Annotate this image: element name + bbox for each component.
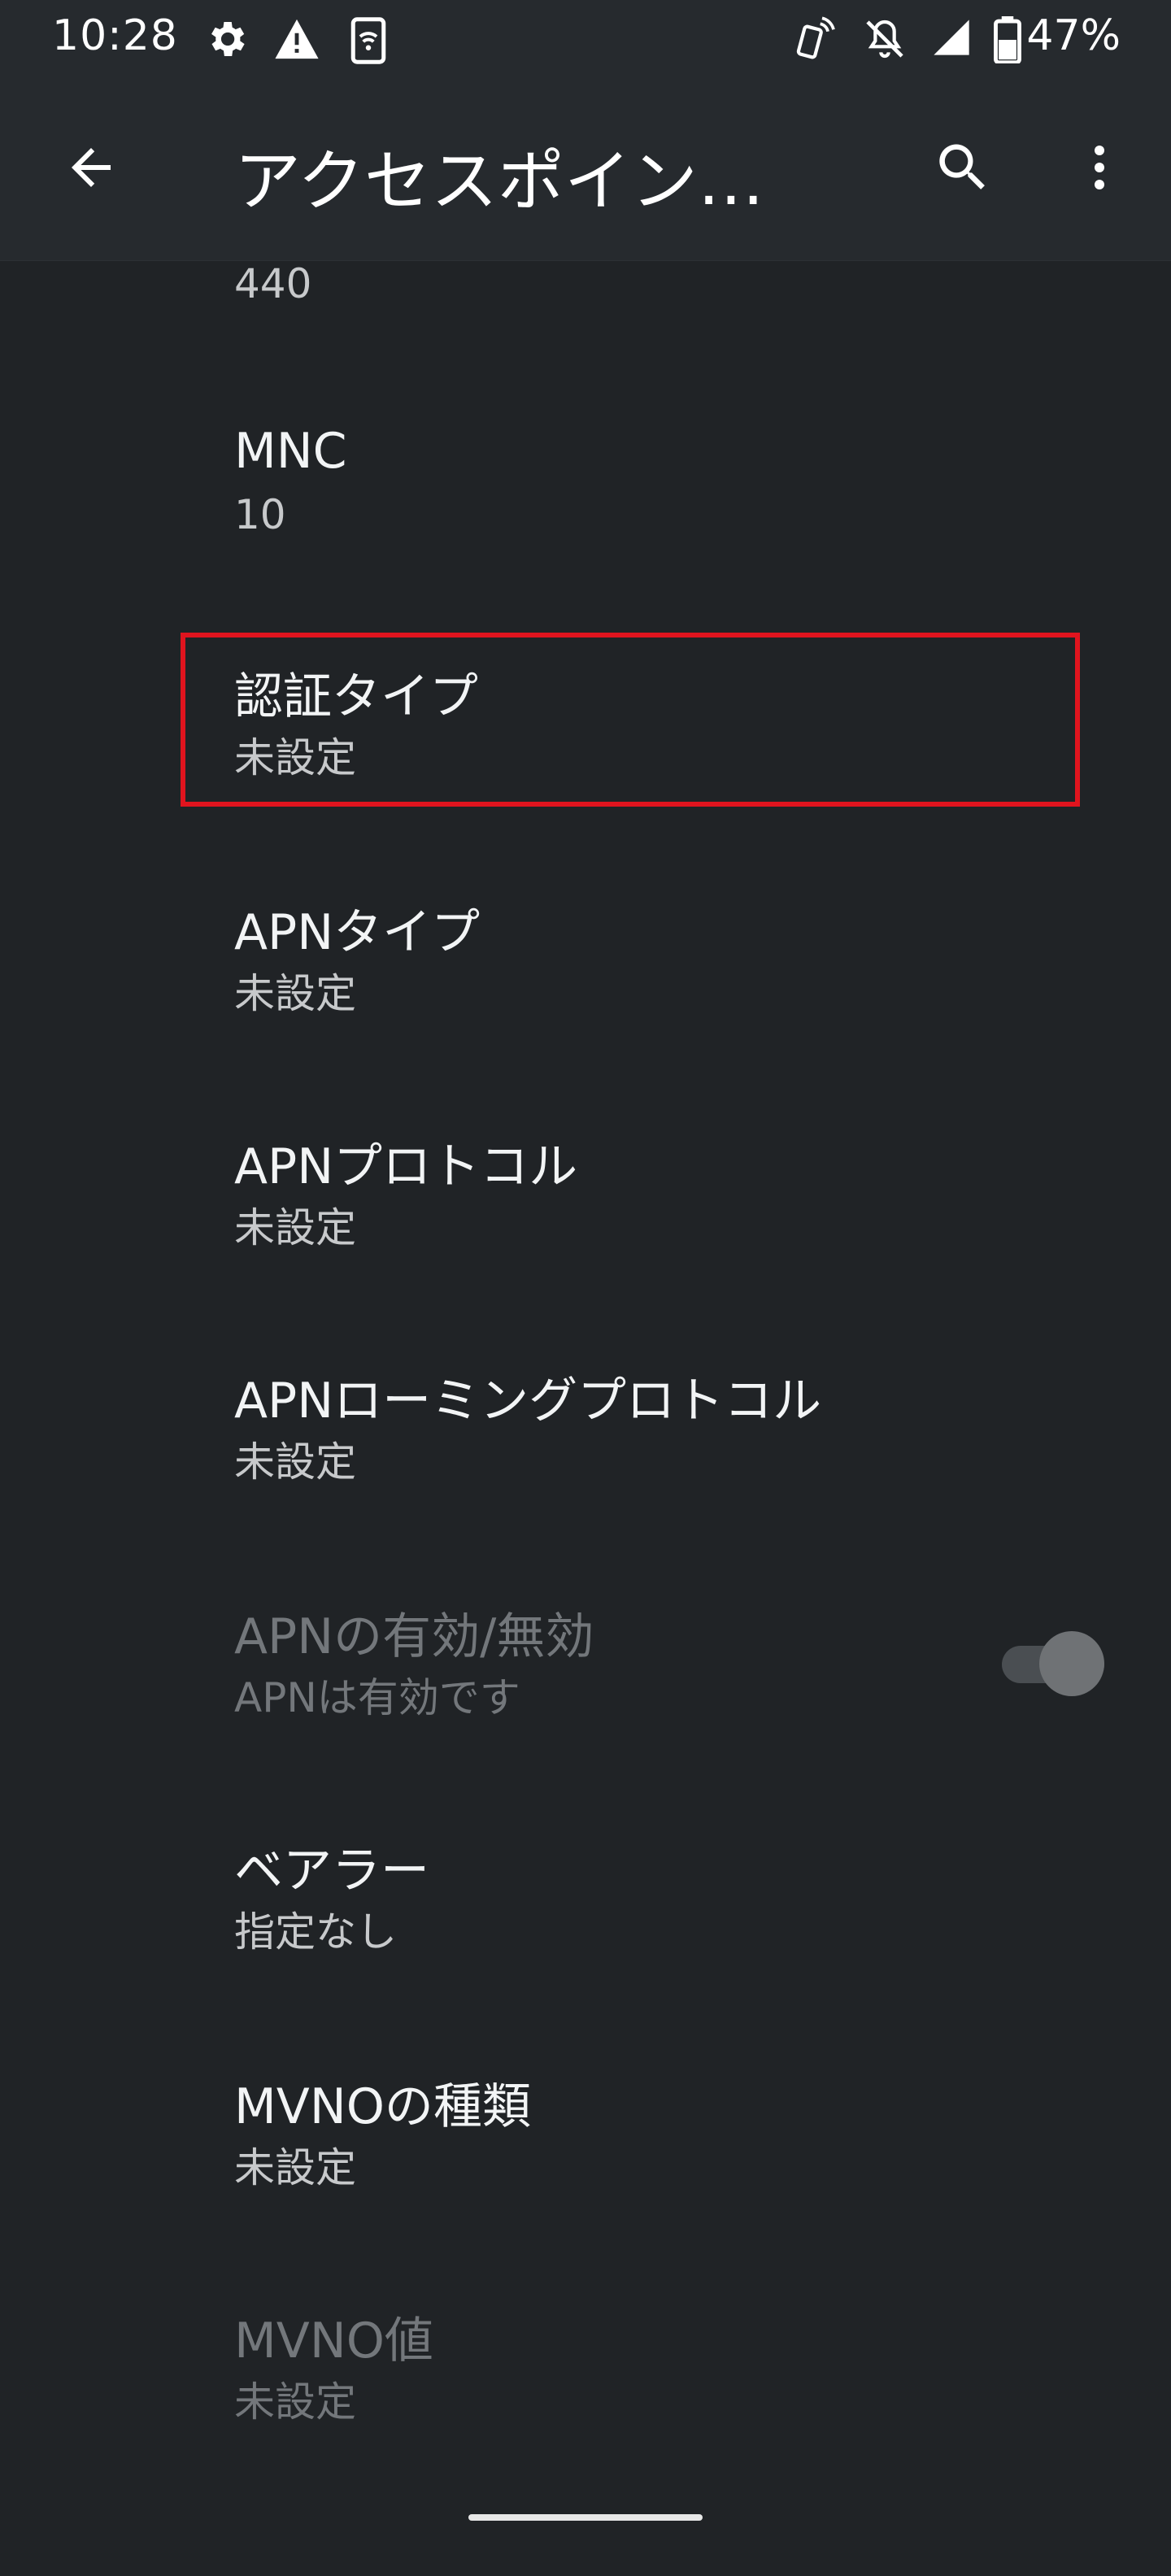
pref-item-apn-roaming-protocol[interactable]: APNローミングプロトコル 未設定 [0, 1329, 1171, 1563]
pref-item-mnc[interactable]: MNC 10 [0, 390, 1171, 624]
pref-summary: APNは有効です [234, 1674, 520, 1721]
signal-icon [930, 16, 973, 62]
pref-title: APNプロトコル [234, 1138, 578, 1195]
pref-item-apn-enable: APNの有効/無効 APNは有効です [0, 1564, 1171, 1799]
pref-title: MNC [234, 423, 347, 480]
pref-title: ベアラー [234, 1843, 429, 1899]
sim-wifi-icon [350, 16, 387, 68]
highlight-box [181, 633, 1080, 807]
pref-item-mvno-value: MVNO値 未設定 [0, 2269, 1171, 2503]
gear-icon [203, 16, 249, 65]
pref-summary: 未設定 [234, 2378, 356, 2426]
nfc-phone-icon [794, 16, 839, 65]
pref-title: APNタイプ [234, 904, 481, 961]
switch-thumb [1039, 1631, 1104, 1696]
warning-icon [273, 16, 320, 65]
pref-summary: 10 [234, 491, 286, 538]
pref-summary: 未設定 [234, 2144, 356, 2191]
pref-summary: 未設定 [234, 970, 356, 1017]
pref-title: APNの有効/無効 [234, 1608, 594, 1665]
pref-title: APNローミングプロトコル [234, 1373, 822, 1429]
pref-item-bearer[interactable]: ベアラー 指定なし [0, 1799, 1171, 2033]
pref-item-mvno-type[interactable]: MVNOの種類 未設定 [0, 2034, 1171, 2269]
status-bar: 10:28 47% [0, 0, 1171, 81]
bell-off-icon [862, 16, 908, 65]
pref-summary: 440 [234, 260, 312, 307]
pref-title: MVNO値 [234, 2313, 433, 2369]
status-time: 10:28 [52, 11, 178, 60]
pref-summary: 指定なし [234, 1908, 397, 1956]
battery-icon [994, 16, 1021, 67]
pref-item-apn-protocol[interactable]: APNプロトコル 未設定 [0, 1094, 1171, 1329]
pref-item-mcc[interactable]: 440 [0, 163, 1171, 309]
pref-title: MVNOの種類 [234, 2078, 531, 2135]
gesture-nav-handle[interactable] [468, 2514, 703, 2521]
pref-summary: 未設定 [234, 1204, 356, 1251]
pref-item-apn-type[interactable]: APNタイプ 未設定 [0, 860, 1171, 1094]
pref-summary: 未設定 [234, 1438, 356, 1486]
battery-percent: 47% [1026, 11, 1121, 60]
apn-enable-switch [1002, 1630, 1108, 1696]
